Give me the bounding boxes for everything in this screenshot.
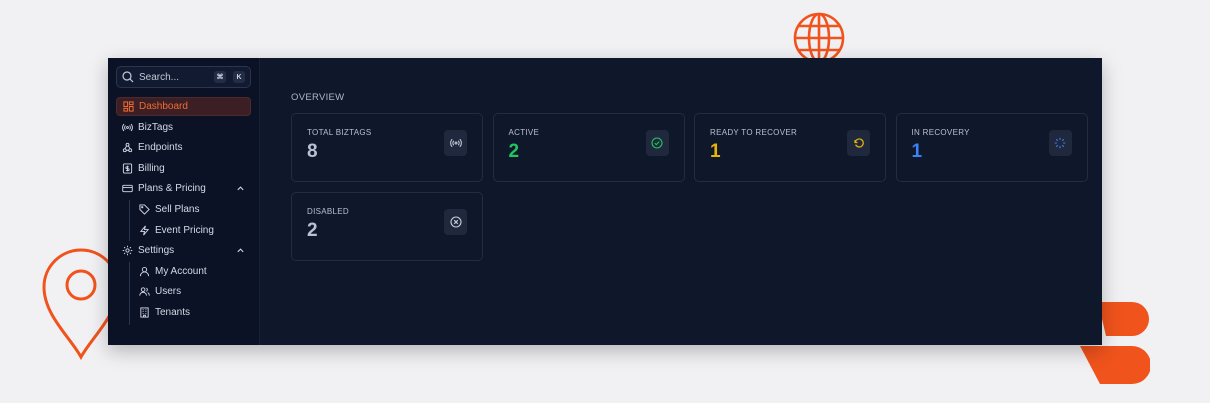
zap-icon — [139, 225, 150, 235]
sidebar-item-label: Settings — [138, 245, 175, 257]
sidebar-item-label: Endpoints — [138, 142, 183, 154]
stat-card-value: 2 — [307, 219, 318, 241]
stat-card-title: TOTAL BIZTAGS — [307, 128, 372, 137]
chevron-up-icon[interactable] — [236, 184, 245, 193]
stats-cards: TOTAL BIZTAGS 8 ACTIVE 2 READY TO RECOVE… — [291, 113, 1088, 261]
stat-card-in-recovery[interactable]: IN RECOVERY 1 — [895, 113, 1088, 182]
sidebar-item-billing[interactable]: Billing — [116, 159, 251, 178]
search-box[interactable]: Search... ⌘ K — [116, 66, 251, 88]
gear-icon — [122, 245, 133, 256]
sidebar-item-label: Event Pricing — [155, 224, 214, 236]
stat-card-icon-box — [847, 130, 870, 156]
broadcast-icon — [122, 123, 133, 131]
dashboard-icon — [123, 101, 134, 112]
stat-card-ready-to-recover[interactable]: READY TO RECOVER 1 — [694, 113, 886, 182]
shortcut-key-cmd: ⌘ — [214, 71, 226, 83]
loader-icon — [1054, 137, 1066, 149]
stat-card-title: READY TO RECOVER — [710, 128, 798, 137]
tag-icon — [139, 204, 150, 215]
main-content: OVERVIEW TOTAL BIZTAGS 8 ACTIVE 2 READY … — [260, 58, 1102, 345]
webhook-icon — [122, 143, 133, 153]
stat-card-value: 1 — [911, 141, 923, 162]
submenu-guide-line — [129, 262, 130, 325]
sidebar-item-users[interactable]: Users — [116, 282, 251, 301]
stat-card-title: IN RECOVERY — [911, 128, 970, 137]
sidebar-item-event-pricing[interactable]: Event Pricing — [116, 221, 251, 240]
shortcut-key-k: K — [233, 71, 245, 83]
stat-card-title: DISABLED — [307, 206, 349, 216]
overview-title: OVERVIEW — [291, 92, 345, 103]
stat-card-active[interactable]: ACTIVE 2 — [492, 113, 685, 182]
sidebar-item-plans-pricing[interactable]: Plans & Pricing — [116, 179, 251, 198]
stat-card-title: ACTIVE — [508, 128, 540, 137]
users-icon — [139, 287, 150, 297]
building-icon — [140, 307, 149, 318]
check-circle-icon — [651, 137, 663, 149]
stat-card-value: 1 — [710, 141, 721, 162]
stat-card-disabled[interactable]: DISABLED 2 — [291, 191, 483, 261]
credit-card-icon — [122, 185, 133, 193]
dollar-receipt-icon — [122, 163, 133, 174]
sidebar-item-settings[interactable]: Settings — [116, 241, 251, 260]
sidebar-item-endpoints[interactable]: Endpoints — [116, 138, 251, 157]
sidebar-item-dashboard[interactable]: Dashboard — [116, 97, 251, 116]
globe-decoration-icon — [793, 12, 845, 62]
app-window: Search... ⌘ K Dashboard BizTags Endpoint… — [108, 58, 1102, 345]
chevron-up-icon[interactable] — [236, 246, 245, 255]
rotate-ccw-icon — [853, 138, 864, 148]
stat-card-icon-box — [1048, 130, 1072, 156]
sidebar-item-label: Billing — [138, 162, 165, 174]
sidebar-item-tenants[interactable]: Tenants — [116, 303, 251, 322]
stat-card-value: 8 — [307, 141, 318, 162]
broadcast-icon — [449, 138, 462, 148]
sidebar-item-label: My Account — [155, 265, 207, 277]
stat-card-icon-box — [645, 130, 669, 156]
sidebar-item-label: Dashboard — [139, 101, 188, 112]
sidebar-item-my-account[interactable]: My Account — [116, 262, 251, 281]
stat-card-icon-box — [444, 130, 467, 156]
user-icon — [139, 266, 150, 276]
sidebar-item-biztags[interactable]: BizTags — [116, 118, 251, 137]
sidebar: Search... ⌘ K Dashboard BizTags Endpoint… — [108, 58, 260, 345]
sidebar-item-label: Tenants — [155, 306, 191, 318]
search-placeholder: Search... — [139, 71, 180, 83]
sidebar-item-label: BizTags — [138, 121, 174, 133]
x-circle-icon — [449, 215, 462, 228]
stat-card-value: 2 — [508, 141, 520, 162]
sidebar-item-label: Users — [155, 286, 182, 298]
sidebar-item-sell-plans[interactable]: Sell Plans — [116, 200, 251, 219]
sidebar-item-label: Sell Plans — [155, 203, 200, 215]
sidebar-item-label: Plans & Pricing — [138, 183, 206, 195]
stat-card-total-biztags[interactable]: TOTAL BIZTAGS 8 — [291, 113, 483, 182]
search-icon — [122, 71, 134, 83]
stat-card-icon-box — [444, 208, 467, 235]
submenu-guide-line — [129, 200, 130, 241]
